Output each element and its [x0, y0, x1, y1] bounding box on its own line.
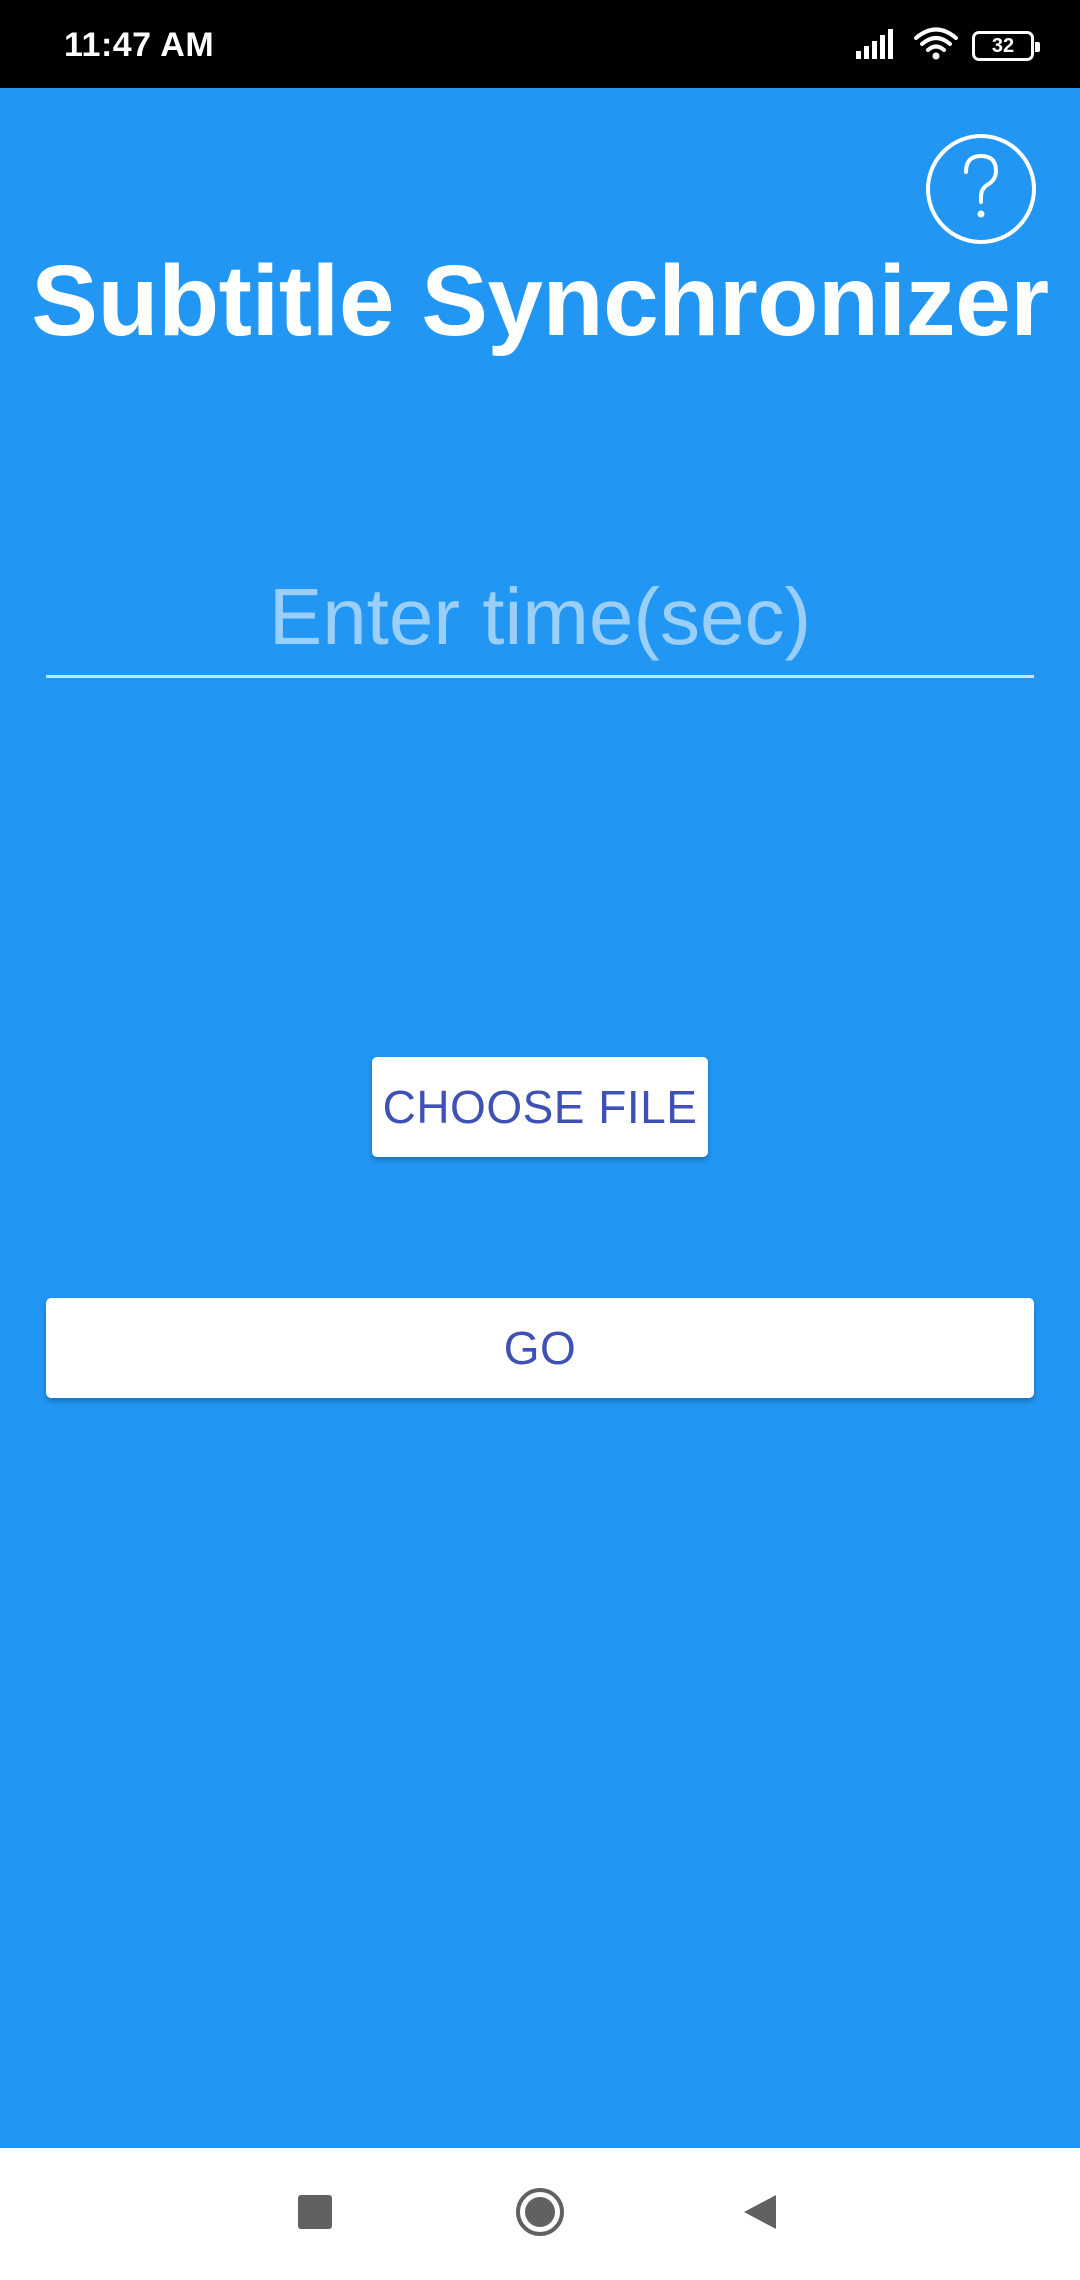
go-button[interactable]: GO: [46, 1298, 1034, 1398]
status-bar: 11:47 AM 32: [0, 0, 1080, 88]
battery-icon: 32: [972, 31, 1040, 61]
home-button[interactable]: [480, 2148, 600, 2280]
back-icon: [742, 2193, 778, 2236]
battery-level: 32: [991, 34, 1015, 57]
navigation-bar: [0, 2148, 1080, 2280]
home-icon: [514, 2186, 566, 2243]
main-screen: Subtitle Synchronizer CHOOSE FILE GO: [0, 88, 1080, 2148]
page-title: Subtitle Synchronizer: [31, 245, 1049, 357]
wifi-icon: [914, 27, 958, 66]
signal-icon: [856, 28, 900, 64]
back-button[interactable]: [700, 2148, 820, 2280]
help-button[interactable]: [926, 134, 1036, 244]
choose-file-button[interactable]: CHOOSE FILE: [372, 1057, 708, 1157]
status-icons: 32: [856, 26, 1040, 66]
recents-icon: [297, 2194, 333, 2235]
help-circle-icon: [956, 152, 1006, 227]
recents-button[interactable]: [255, 2148, 375, 2280]
status-time: 11:47 AM: [64, 26, 215, 64]
time-input[interactable]: [46, 558, 1034, 678]
